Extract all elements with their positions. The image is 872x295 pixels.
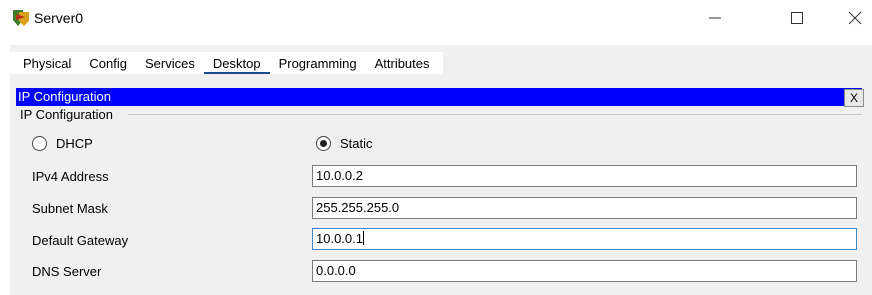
minimize-icon xyxy=(709,17,721,19)
tab-desktop[interactable]: Desktop xyxy=(203,52,270,74)
static-label: Static xyxy=(340,136,373,151)
close-icon xyxy=(848,11,862,25)
window-title: Server0 xyxy=(34,10,84,26)
close-button[interactable] xyxy=(838,0,872,36)
tab-config[interactable]: Config xyxy=(80,52,136,74)
server-app-icon xyxy=(13,10,29,26)
dhcp-option[interactable]: DHCP xyxy=(32,136,93,151)
panel-title: IP Configuration xyxy=(16,88,862,106)
default-gateway-label: Default Gateway xyxy=(32,233,129,248)
subnet-mask-input[interactable]: 255.255.255.0 xyxy=(312,197,857,219)
tab-programming[interactable]: Programming xyxy=(270,52,366,74)
tab-physical[interactable]: Physical xyxy=(14,52,80,74)
text-caret xyxy=(363,231,364,245)
tab-bar: Physical Config Services Desktop Program… xyxy=(10,52,443,74)
tab-attributes[interactable]: Attributes xyxy=(366,52,439,74)
window-content: Physical Config Services Desktop Program… xyxy=(10,45,872,295)
dhcp-label: DHCP xyxy=(56,136,93,151)
static-radio[interactable] xyxy=(316,136,331,151)
ipv4-address-input[interactable]: 10.0.0.2 xyxy=(312,165,857,187)
default-gateway-value: 10.0.0.1 xyxy=(316,231,363,246)
group-label: IP Configuration xyxy=(20,107,117,122)
panel-close-button[interactable]: X xyxy=(844,89,864,107)
ip-configuration-panel: IP Configuration X IP Configuration DHCP… xyxy=(16,88,868,295)
ipv4-address-label: IPv4 Address xyxy=(32,169,109,184)
dns-server-label: DNS Server xyxy=(32,264,102,279)
dns-server-input[interactable]: 0.0.0.0 xyxy=(312,260,857,282)
subnet-mask-label: Subnet Mask xyxy=(32,201,108,216)
dhcp-radio[interactable] xyxy=(32,136,47,151)
group-divider xyxy=(128,114,862,115)
tab-services[interactable]: Services xyxy=(136,52,204,74)
minimize-button[interactable] xyxy=(692,0,738,36)
maximize-button[interactable] xyxy=(774,0,820,36)
maximize-icon xyxy=(791,12,803,24)
default-gateway-input[interactable]: 10.0.0.1 xyxy=(312,228,857,250)
static-option[interactable]: Static xyxy=(316,136,373,151)
title-bar: Server0 xyxy=(0,0,872,40)
